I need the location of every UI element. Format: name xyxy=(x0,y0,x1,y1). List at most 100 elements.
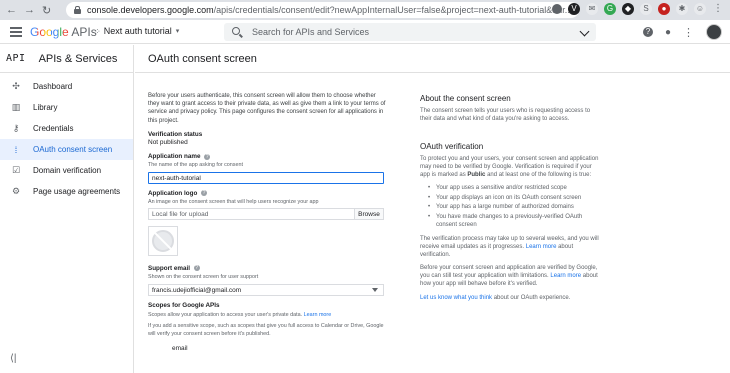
list-item: Your app uses a sensitive and/or restric… xyxy=(428,184,602,192)
page-title-bar: OAuth consent screen xyxy=(135,45,730,73)
help-icon[interactable]: ? xyxy=(642,27,653,37)
header-actions: ? ● ⋮ xyxy=(642,24,722,40)
app-name-help: The name of the app asking for consent xyxy=(148,162,243,169)
url-path: /apis/credentials/consent/edit?newAppInt… xyxy=(213,5,573,15)
feedback-suffix: about our OAuth experience. xyxy=(493,294,571,301)
logo-apis-text: APIs xyxy=(71,25,97,39)
lock-icon xyxy=(74,6,81,14)
browse-button[interactable]: Browse xyxy=(355,209,383,220)
sidebar-item-label: OAuth consent screen xyxy=(33,145,113,154)
logo-file-picker: Local file for upload Browse xyxy=(148,208,384,221)
verification-title: OAuth verification xyxy=(420,142,484,151)
more-options-icon[interactable]: ⋮ xyxy=(683,26,694,39)
consent-form: Before your users authenticate, this con… xyxy=(148,92,388,353)
sidebar-item-label: Dashboard xyxy=(33,82,73,91)
avatar[interactable] xyxy=(706,24,722,40)
search-bar[interactable]: Search for APIs and Services xyxy=(224,23,596,41)
sidebar-item-credentials[interactable]: ⚷ Credentials xyxy=(0,118,133,139)
extension-mail-icon[interactable]: ✉ xyxy=(586,3,598,15)
consent-icon: ⁞ xyxy=(14,144,18,155)
feedback-text: Let us know what you think about our OAu… xyxy=(420,294,602,302)
profile-icon[interactable]: ☺ xyxy=(694,3,706,15)
extension-red-icon[interactable]: ● xyxy=(658,3,670,15)
dashboard-icon: ✣ xyxy=(12,81,20,91)
support-email-label: Support email xyxy=(148,265,190,273)
logo-preview xyxy=(148,226,178,257)
page-title: OAuth consent screen xyxy=(148,52,257,65)
help-circle-icon[interactable]: ? xyxy=(204,153,211,160)
app-name-input[interactable]: next-auth-tutorial xyxy=(148,171,384,184)
app-name-label: Application name xyxy=(148,153,201,161)
search-icon xyxy=(232,27,240,35)
list-item: Your app displays an icon on its OAuth c… xyxy=(428,194,602,202)
reload-icon[interactable]: ↻ xyxy=(42,4,51,17)
before-text: Before your consent screen and applicati… xyxy=(420,264,602,288)
extensions: V ✉ G ◆ S ● ✱ ☺ ⋮ xyxy=(552,3,724,15)
extension-shield-icon[interactable]: ◆ xyxy=(622,3,634,15)
about-text: The consent screen tells your users who … xyxy=(420,108,591,122)
library-icon: ▥ xyxy=(11,102,21,112)
chevron-down-icon[interactable] xyxy=(579,26,590,37)
feedback-link[interactable]: Let us know what you think xyxy=(420,295,492,301)
behave-learn-more-link[interactable]: Learn more xyxy=(550,273,581,279)
project-selector[interactable]: ⁘ Next auth tutorial ▾ xyxy=(94,26,179,36)
project-icon: ⁘ xyxy=(94,26,101,36)
sidebar-item-dashboard[interactable]: ✣ Dashboard xyxy=(0,76,133,97)
url-host: console.developers.google.com xyxy=(87,5,214,15)
process-text: The verification process may take up to … xyxy=(420,235,602,259)
scope-email-row: email xyxy=(172,345,188,353)
scopes-help: Scopes allow your application to access … xyxy=(148,311,303,318)
help-circle-icon[interactable]: ? xyxy=(201,190,207,197)
google-apis-logo[interactable]: Google APIs xyxy=(30,25,97,39)
sidebar-item-label: Credentials xyxy=(33,124,74,133)
scopes-learn-more-link[interactable]: Learn more xyxy=(304,312,332,318)
forward-icon[interactable]: → xyxy=(24,4,35,17)
browser-nav: ← → ↻ xyxy=(0,4,66,17)
browser-toolbar: ← → ↻ console.developers.google.com /api… xyxy=(0,0,730,20)
extension-v-icon[interactable]: V xyxy=(568,3,580,15)
verification-criteria-list: Your app uses a sensitive and/or restric… xyxy=(420,184,602,229)
search-placeholder: Search for APIs and Services xyxy=(252,27,370,37)
project-name: Next auth tutorial xyxy=(103,26,172,36)
verification-learn-more-link[interactable]: Learn more xyxy=(526,244,557,250)
bookmark-star-icon[interactable] xyxy=(552,4,562,14)
sidebar-header: API APIs & Services xyxy=(0,45,133,73)
collapse-sidebar-icon[interactable]: ⟨| xyxy=(10,353,17,364)
scopes-label: Scopes for Google APIs xyxy=(148,302,220,310)
verification-status-value: Not published xyxy=(148,139,188,147)
no-image-icon xyxy=(152,230,174,253)
public-word: Public xyxy=(467,172,486,178)
settings-icon: ⚙ xyxy=(11,186,21,196)
sidebar-title: APIs & Services xyxy=(38,52,118,65)
sidebar-item-label: Page usage agreements xyxy=(33,187,121,196)
hamburger-menu-icon[interactable] xyxy=(10,27,22,37)
sidebar-item-oauth-consent-screen[interactable]: ⁞ OAuth consent screen xyxy=(0,139,133,160)
back-icon[interactable]: ← xyxy=(6,4,17,17)
key-icon: ⚷ xyxy=(12,123,20,133)
extension-g-icon[interactable]: G xyxy=(604,3,616,15)
address-bar[interactable]: console.developers.google.com /apis/cred… xyxy=(66,2,579,18)
browser-menu-icon[interactable]: ⋮ xyxy=(712,3,724,15)
notifications-icon[interactable]: ● xyxy=(665,27,671,38)
api-icon: API xyxy=(6,53,26,64)
sidebar-item-library[interactable]: ▥ Library xyxy=(0,97,133,118)
list-item: You have made changes to a previously-ve… xyxy=(428,213,602,229)
support-email-help: Shown on the consent screen for user sup… xyxy=(148,274,259,281)
help-circle-icon[interactable]: ? xyxy=(193,265,200,272)
sidebar-item-domain-verification[interactable]: ☑ Domain verification xyxy=(0,160,133,181)
sidebar-item-page-usage-agreements[interactable]: ⚙ Page usage agreements xyxy=(0,181,133,202)
console-header: Google APIs ⁘ Next auth tutorial ▾ Searc… xyxy=(0,20,730,44)
support-email-select[interactable]: francis.udejiofficial@gmail.com xyxy=(148,284,384,297)
checkbox-icon: ☑ xyxy=(11,165,21,175)
verification-status-label: Verification status xyxy=(148,130,203,138)
logo-file-input[interactable]: Local file for upload xyxy=(149,209,355,220)
puzzle-icon[interactable]: ✱ xyxy=(676,3,688,15)
info-panel: About the consent screen The consent scr… xyxy=(420,95,602,302)
extension-s-icon[interactable]: S xyxy=(640,3,652,15)
intro-text: Before your users authenticate, this con… xyxy=(148,93,386,124)
verification-text-2: and at least one of the following is tru… xyxy=(487,172,592,178)
logo-google-text: Google xyxy=(30,25,69,39)
verification-text: To protect you and your users, your cons… xyxy=(420,155,602,179)
sidebar-item-label: Domain verification xyxy=(33,166,102,175)
about-title: About the consent screen xyxy=(420,94,511,103)
